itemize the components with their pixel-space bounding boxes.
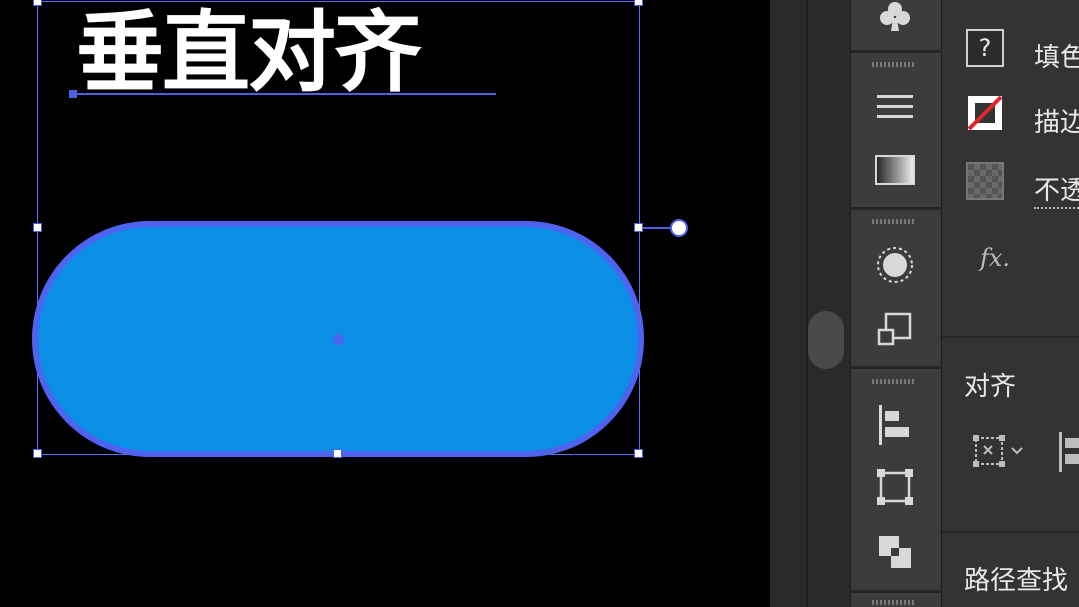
fill-label[interactable]: 填色 [1034, 37, 1079, 74]
align-left-icon[interactable] [867, 400, 923, 450]
handle-bottom-right[interactable] [634, 449, 643, 458]
align-section-title: 对齐 [964, 372, 1017, 402]
handle-bottom-center[interactable] [333, 449, 342, 458]
strip-separator [851, 50, 943, 53]
transform-icon[interactable] [867, 305, 923, 355]
transparency-checker-icon[interactable] [966, 162, 1004, 200]
circle-dashed-icon[interactable] [867, 240, 923, 290]
handle-top-right[interactable] [634, 0, 643, 6]
panel-group-grip[interactable] [872, 379, 916, 384]
section-divider [942, 531, 1079, 533]
panel-dock-gap [770, 0, 850, 607]
align-left-edge-icon[interactable] [1056, 430, 1079, 478]
shape-center-point [333, 334, 344, 345]
scrollbar-thumb[interactable] [808, 311, 844, 369]
appearance-panel: ? 填色 描边 不透 fx. 对齐 路径查找 [942, 0, 1079, 607]
panel-group-grip[interactable] [872, 600, 916, 605]
no-stroke-swatch-icon[interactable] [966, 94, 1004, 132]
pathfinder-section-title: 路径查找 [964, 566, 1069, 596]
strip-separator [851, 590, 943, 593]
rotation-handle[interactable] [670, 219, 688, 237]
align-to-selection-icon[interactable] [972, 432, 1028, 476]
pathfinder-icon[interactable] [867, 527, 923, 577]
opacity-label[interactable]: 不透 [1034, 170, 1079, 209]
distribute-icon[interactable] [867, 462, 923, 512]
section-divider [942, 336, 1079, 338]
strip-separator [851, 207, 943, 210]
artboard-canvas[interactable]: 垂直对齐 [0, 0, 770, 607]
strip-separator [851, 366, 943, 369]
dock-divider [806, 0, 808, 607]
panel-group-grip[interactable] [872, 62, 916, 67]
menu-lines-icon[interactable] [867, 82, 923, 132]
panel-group-grip[interactable] [872, 219, 916, 224]
handle-top-left[interactable] [33, 0, 42, 6]
question-swatch-icon[interactable]: ? [966, 29, 1004, 67]
handle-middle-left[interactable] [33, 223, 42, 232]
handle-bottom-left[interactable] [33, 449, 42, 458]
collapsed-panel-strip [850, 0, 943, 607]
fx-effects-button[interactable]: fx. [980, 244, 1010, 272]
stroke-label[interactable]: 描边 [1034, 102, 1079, 139]
gradient-icon[interactable] [867, 145, 923, 195]
club-icon[interactable] [867, 0, 923, 42]
